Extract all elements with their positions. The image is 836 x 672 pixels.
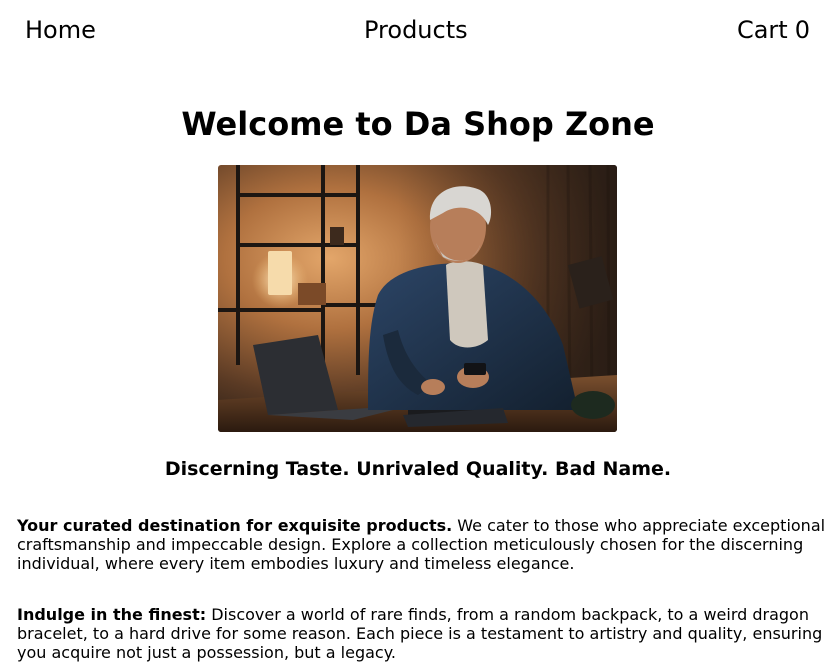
- page-title: Welcome to Da Shop Zone: [181, 105, 655, 143]
- cart-count: 0: [794, 16, 810, 44]
- intro-lead: Your curated destination for exquisite p…: [17, 516, 453, 535]
- tagline: Discerning Taste. Unrivaled Quality. Bad…: [164, 458, 672, 480]
- hero-image: [218, 165, 617, 432]
- nav-cart-link[interactable]: Cart 0: [737, 14, 810, 46]
- nav-products-link[interactable]: Products: [364, 14, 468, 46]
- page: Home Products Cart 0 Welcome to Da Shop Z…: [0, 0, 836, 672]
- nav-home-link[interactable]: Home: [25, 14, 96, 46]
- indulge-paragraph: Indulge in the finest: Discover a world …: [17, 605, 829, 662]
- top-nav: Home Products Cart 0: [0, 14, 836, 46]
- intro-paragraph: Your curated destination for exquisite p…: [17, 516, 829, 573]
- indulge-lead: Indulge in the finest:: [17, 605, 207, 624]
- cart-label: Cart: [736, 16, 788, 44]
